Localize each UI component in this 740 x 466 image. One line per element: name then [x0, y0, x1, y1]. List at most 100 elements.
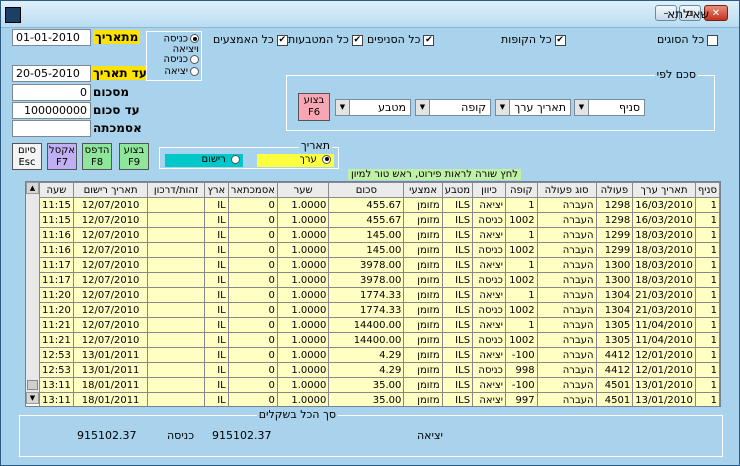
cell-action-type: העברה: [536, 227, 597, 243]
to-amount-input[interactable]: 100000000: [12, 102, 91, 119]
cell-means: מזומן: [403, 347, 443, 363]
cell-rate: 1.0000: [276, 257, 330, 273]
results-grid: ▲ ▼ סניף תאריך ערך פעולה סוג פעולה קופה כיוון…: [25, 181, 721, 407]
table-row[interactable]: 1 13/01/2010 4501 העברה 997 יציאה ILS מזומן 35.0…: [39, 392, 720, 406]
check-all-currencies[interactable]: ✔כל המטבעות: [288, 33, 363, 46]
from-amount-input[interactable]: 0: [12, 84, 91, 101]
sum-by-combo-4[interactable]: ▼ מטבע: [335, 99, 411, 116]
cell-value-date: 11/04/2010: [632, 317, 696, 333]
column-header-rate[interactable]: שער: [276, 182, 330, 198]
cell-time: 13:11: [39, 392, 74, 406]
from-date-input[interactable]: 01-01-2010: [12, 29, 91, 46]
totals-group: סך הכל בשקלים יציאה 915102.37 כניסה 9151…: [19, 408, 723, 457]
to-date-label: עד תאריך: [91, 66, 149, 80]
cell-means: מזומן: [403, 392, 443, 406]
radio-in-label: כניסה: [163, 54, 188, 65]
cell-rate: 1.0000: [276, 377, 330, 393]
check-all-registers-label: כל הקופות: [501, 33, 552, 46]
cell-direction: יציאה: [472, 317, 506, 333]
column-header-amount[interactable]: סכום: [328, 182, 405, 198]
column-header-country[interactable]: ארץ: [204, 182, 229, 198]
chevron-down-icon: ▼: [496, 100, 510, 115]
cell-reference: 0: [227, 317, 278, 333]
table-row[interactable]: 1 12/01/2010 4412 העברה -100 יציאה ILS מזומן 4.2…: [39, 347, 720, 363]
column-header-direction[interactable]: כיוון: [472, 182, 506, 198]
scroll-up-icon[interactable]: ▲: [26, 182, 39, 194]
cell-action-type: העברה: [536, 242, 597, 258]
table-row[interactable]: 1 21/03/2010 1304 העברה 1 יציאה ILS מזומן 1774.3…: [39, 287, 720, 303]
sum-run-button[interactable]: בצוע F6: [298, 93, 330, 121]
reference-input[interactable]: [12, 120, 91, 137]
cell-amount: 4.29: [328, 362, 405, 378]
table-row[interactable]: 1 12/01/2010 4412 העברה 998 כניסה ILS מזומן 4.29…: [39, 362, 720, 378]
date-type-title: תאריך: [298, 139, 332, 152]
table-row[interactable]: 1 18/03/2010 1300 העברה 1 יציאה ILS מזומן 3978.0…: [39, 257, 720, 273]
column-header-branch[interactable]: סניף: [694, 182, 720, 198]
column-header-id-passport[interactable]: זהות/דרכון: [147, 182, 206, 198]
cell-action-type: העברה: [536, 362, 597, 378]
scroll-down-icon[interactable]: ▼: [26, 392, 39, 404]
table-row[interactable]: 1 13/01/2010 4501 העברה -100 יציאה ILS מזומן 35.…: [39, 377, 720, 393]
radio-selected-icon: [190, 34, 199, 43]
table-row[interactable]: 1 21/03/2010 1304 העברה 1002 כניסה ILS מזומן 177…: [39, 302, 720, 318]
print-button-label: הדפס: [84, 145, 110, 156]
table-row[interactable]: 1 18/03/2010 1299 העברה 1002 כניסה ILS מזומן 145…: [39, 242, 720, 258]
cell-id-passport: [147, 347, 206, 363]
check-all-means[interactable]: ✔כל האמצעים: [213, 33, 288, 46]
table-row[interactable]: 1 18/03/2010 1299 העברה 1 יציאה ILS מזומן 145.00…: [39, 227, 720, 243]
cell-action: 1304: [595, 287, 634, 303]
cell-id-passport: [147, 392, 206, 406]
column-header-action-type[interactable]: סוג פעולה: [536, 182, 597, 198]
cell-action: 1298: [595, 212, 634, 228]
checkbox-checked-icon: ✔: [276, 34, 288, 46]
exit-button-key: Esc: [18, 157, 36, 168]
cell-branch: 1: [694, 302, 720, 318]
column-header-reference[interactable]: אסמכתאר: [227, 182, 278, 198]
cell-currency: ILS: [441, 257, 474, 273]
cell-direction: יציאה: [472, 227, 506, 243]
cell-rate: 1.0000: [276, 347, 330, 363]
direction-radio-group: כניסה ויציאה כניסה יציאה: [146, 31, 202, 81]
sum-by-combo-3[interactable]: ▼ קופה: [415, 99, 491, 116]
to-date-input[interactable]: 20-05-2010: [12, 65, 91, 82]
cell-currency: ILS: [441, 272, 474, 288]
vertical-scrollbar[interactable]: ▲ ▼: [26, 182, 40, 404]
totals-out-value: 915102.37: [212, 429, 272, 442]
cell-value-date: 18/03/2010: [632, 242, 696, 258]
table-row[interactable]: 1 11/04/2010 1305 העברה 1 יציאה ILS מזומן 14400.…: [39, 317, 720, 333]
radio-in-and-out[interactable]: כניסה ויציאה: [149, 34, 199, 55]
column-header-currency[interactable]: מטבע: [441, 182, 474, 198]
cell-register: 1: [504, 257, 538, 273]
cell-rate: 1.0000: [276, 212, 330, 228]
date-type-registration-option[interactable]: רישום: [165, 154, 243, 167]
check-all-types[interactable]: כל הסוגים: [657, 33, 719, 46]
column-header-time[interactable]: שעה: [39, 182, 74, 198]
exit-button[interactable]: סיום Esc: [12, 143, 42, 170]
column-header-means[interactable]: אמצעי: [403, 182, 443, 198]
run-button[interactable]: בצוע F9: [119, 143, 149, 170]
cell-register: 1: [504, 227, 538, 243]
check-all-registers[interactable]: ✔כל הקופות: [501, 33, 566, 46]
column-header-registration-date[interactable]: תאריך רישום: [72, 182, 149, 198]
excel-button[interactable]: אקסל F7: [47, 143, 77, 170]
cell-reference: 0: [227, 197, 278, 213]
table-row[interactable]: 1 18/03/2010 1300 העברה 1002 כניסה ILS מזומן 397…: [39, 272, 720, 288]
table-row[interactable]: 1 16/03/2010 1298 העברה 1002 כניסה ILS מזומן 455…: [39, 212, 720, 228]
radio-selected-icon: [322, 154, 331, 164]
checkbox-checked-icon: ✔: [423, 34, 435, 46]
radio-out[interactable]: יציאה: [164, 66, 199, 77]
column-header-register[interactable]: קופה: [504, 182, 538, 198]
scroll-thumb[interactable]: [27, 380, 38, 390]
cell-direction: כניסה: [472, 302, 506, 318]
table-row[interactable]: 1 16/03/2010 1298 העברה 1 יציאה ILS מזומן 455.67…: [39, 197, 720, 213]
check-all-branches[interactable]: ✔כל הסניפים: [367, 33, 435, 46]
date-type-value-option[interactable]: ערך: [257, 154, 334, 167]
print-button[interactable]: הדפס F8: [82, 143, 112, 170]
radio-in[interactable]: כניסה: [163, 54, 199, 65]
cell-time: 11:21: [39, 317, 74, 333]
column-header-action[interactable]: פעולה: [595, 182, 634, 198]
sum-by-combo-2[interactable]: ▼ תאריך ערך: [495, 99, 571, 116]
column-header-value-date[interactable]: תאריך ערך: [632, 182, 696, 198]
table-row[interactable]: 1 11/04/2010 1305 העברה 1002 כניסה ILS מזומן 144…: [39, 332, 720, 348]
sum-by-combo-1[interactable]: ▼ סניף: [574, 99, 645, 116]
